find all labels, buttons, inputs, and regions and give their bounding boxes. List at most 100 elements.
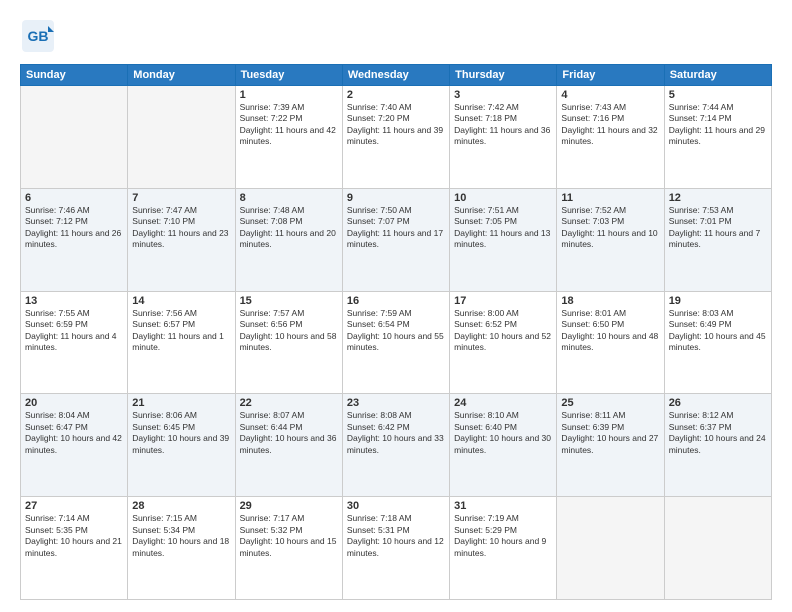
- day-number: 9: [347, 192, 445, 204]
- calendar-week-row: 6Sunrise: 7:46 AMSunset: 7:12 PMDaylight…: [21, 188, 772, 291]
- day-info: Sunrise: 8:11 AMSunset: 6:39 PMDaylight:…: [561, 410, 659, 456]
- day-info: Sunrise: 7:46 AMSunset: 7:12 PMDaylight:…: [25, 205, 123, 251]
- day-number: 3: [454, 89, 552, 101]
- day-info: Sunrise: 7:40 AMSunset: 7:20 PMDaylight:…: [347, 102, 445, 148]
- calendar-cell: 9Sunrise: 7:50 AMSunset: 7:07 PMDaylight…: [342, 188, 449, 291]
- calendar-week-row: 20Sunrise: 8:04 AMSunset: 6:47 PMDayligh…: [21, 394, 772, 497]
- day-info: Sunrise: 7:42 AMSunset: 7:18 PMDaylight:…: [454, 102, 552, 148]
- day-number: 26: [669, 397, 767, 409]
- calendar-cell: 24Sunrise: 8:10 AMSunset: 6:40 PMDayligh…: [450, 394, 557, 497]
- weekday-header-row: SundayMondayTuesdayWednesdayThursdayFrid…: [21, 65, 772, 86]
- weekday-header-monday: Monday: [128, 65, 235, 86]
- day-number: 17: [454, 295, 552, 307]
- weekday-header-sunday: Sunday: [21, 65, 128, 86]
- weekday-header-tuesday: Tuesday: [235, 65, 342, 86]
- calendar-cell: 15Sunrise: 7:57 AMSunset: 6:56 PMDayligh…: [235, 291, 342, 394]
- day-number: 18: [561, 295, 659, 307]
- page: GB SundayMondayTuesdayWednesdayThursdayF…: [0, 0, 792, 612]
- day-info: Sunrise: 7:44 AMSunset: 7:14 PMDaylight:…: [669, 102, 767, 148]
- calendar-cell: 22Sunrise: 8:07 AMSunset: 6:44 PMDayligh…: [235, 394, 342, 497]
- calendar: SundayMondayTuesdayWednesdayThursdayFrid…: [20, 64, 772, 600]
- day-info: Sunrise: 7:47 AMSunset: 7:10 PMDaylight:…: [132, 205, 230, 251]
- day-info: Sunrise: 7:55 AMSunset: 6:59 PMDaylight:…: [25, 308, 123, 354]
- calendar-cell: 18Sunrise: 8:01 AMSunset: 6:50 PMDayligh…: [557, 291, 664, 394]
- day-number: 11: [561, 192, 659, 204]
- calendar-cell: 17Sunrise: 8:00 AMSunset: 6:52 PMDayligh…: [450, 291, 557, 394]
- day-info: Sunrise: 7:52 AMSunset: 7:03 PMDaylight:…: [561, 205, 659, 251]
- calendar-cell: 26Sunrise: 8:12 AMSunset: 6:37 PMDayligh…: [664, 394, 771, 497]
- calendar-cell: 30Sunrise: 7:18 AMSunset: 5:31 PMDayligh…: [342, 497, 449, 600]
- weekday-header-saturday: Saturday: [664, 65, 771, 86]
- day-info: Sunrise: 8:08 AMSunset: 6:42 PMDaylight:…: [347, 410, 445, 456]
- day-number: 4: [561, 89, 659, 101]
- calendar-cell: 25Sunrise: 8:11 AMSunset: 6:39 PMDayligh…: [557, 394, 664, 497]
- day-number: 24: [454, 397, 552, 409]
- day-info: Sunrise: 7:48 AMSunset: 7:08 PMDaylight:…: [240, 205, 338, 251]
- day-info: Sunrise: 7:39 AMSunset: 7:22 PMDaylight:…: [240, 102, 338, 148]
- calendar-week-row: 1Sunrise: 7:39 AMSunset: 7:22 PMDaylight…: [21, 86, 772, 189]
- day-info: Sunrise: 8:01 AMSunset: 6:50 PMDaylight:…: [561, 308, 659, 354]
- calendar-week-row: 27Sunrise: 7:14 AMSunset: 5:35 PMDayligh…: [21, 497, 772, 600]
- day-number: 20: [25, 397, 123, 409]
- day-number: 22: [240, 397, 338, 409]
- calendar-cell: 23Sunrise: 8:08 AMSunset: 6:42 PMDayligh…: [342, 394, 449, 497]
- day-info: Sunrise: 8:10 AMSunset: 6:40 PMDaylight:…: [454, 410, 552, 456]
- day-info: Sunrise: 7:43 AMSunset: 7:16 PMDaylight:…: [561, 102, 659, 148]
- day-number: 31: [454, 500, 552, 512]
- day-number: 23: [347, 397, 445, 409]
- day-info: Sunrise: 7:50 AMSunset: 7:07 PMDaylight:…: [347, 205, 445, 251]
- calendar-cell: 1Sunrise: 7:39 AMSunset: 7:22 PMDaylight…: [235, 86, 342, 189]
- calendar-cell: [664, 497, 771, 600]
- svg-text:GB: GB: [28, 28, 49, 44]
- calendar-cell: 8Sunrise: 7:48 AMSunset: 7:08 PMDaylight…: [235, 188, 342, 291]
- day-info: Sunrise: 7:57 AMSunset: 6:56 PMDaylight:…: [240, 308, 338, 354]
- logo: GB: [20, 18, 56, 54]
- calendar-cell: 31Sunrise: 7:19 AMSunset: 5:29 PMDayligh…: [450, 497, 557, 600]
- calendar-cell: 4Sunrise: 7:43 AMSunset: 7:16 PMDaylight…: [557, 86, 664, 189]
- day-info: Sunrise: 7:59 AMSunset: 6:54 PMDaylight:…: [347, 308, 445, 354]
- day-info: Sunrise: 8:04 AMSunset: 6:47 PMDaylight:…: [25, 410, 123, 456]
- weekday-header-friday: Friday: [557, 65, 664, 86]
- calendar-cell: [557, 497, 664, 600]
- day-info: Sunrise: 7:14 AMSunset: 5:35 PMDaylight:…: [25, 513, 123, 559]
- header: GB: [20, 18, 772, 54]
- calendar-cell: 29Sunrise: 7:17 AMSunset: 5:32 PMDayligh…: [235, 497, 342, 600]
- calendar-cell: 7Sunrise: 7:47 AMSunset: 7:10 PMDaylight…: [128, 188, 235, 291]
- calendar-cell: 2Sunrise: 7:40 AMSunset: 7:20 PMDaylight…: [342, 86, 449, 189]
- day-number: 16: [347, 295, 445, 307]
- day-info: Sunrise: 8:06 AMSunset: 6:45 PMDaylight:…: [132, 410, 230, 456]
- day-info: Sunrise: 7:53 AMSunset: 7:01 PMDaylight:…: [669, 205, 767, 251]
- day-info: Sunrise: 7:19 AMSunset: 5:29 PMDaylight:…: [454, 513, 552, 559]
- weekday-header-wednesday: Wednesday: [342, 65, 449, 86]
- weekday-header-thursday: Thursday: [450, 65, 557, 86]
- calendar-cell: 10Sunrise: 7:51 AMSunset: 7:05 PMDayligh…: [450, 188, 557, 291]
- day-number: 29: [240, 500, 338, 512]
- day-info: Sunrise: 7:17 AMSunset: 5:32 PMDaylight:…: [240, 513, 338, 559]
- day-info: Sunrise: 8:00 AMSunset: 6:52 PMDaylight:…: [454, 308, 552, 354]
- day-number: 1: [240, 89, 338, 101]
- calendar-cell: 3Sunrise: 7:42 AMSunset: 7:18 PMDaylight…: [450, 86, 557, 189]
- day-info: Sunrise: 7:15 AMSunset: 5:34 PMDaylight:…: [132, 513, 230, 559]
- day-number: 8: [240, 192, 338, 204]
- day-info: Sunrise: 7:18 AMSunset: 5:31 PMDaylight:…: [347, 513, 445, 559]
- calendar-cell: 6Sunrise: 7:46 AMSunset: 7:12 PMDaylight…: [21, 188, 128, 291]
- calendar-cell: [21, 86, 128, 189]
- calendar-cell: 13Sunrise: 7:55 AMSunset: 6:59 PMDayligh…: [21, 291, 128, 394]
- day-info: Sunrise: 8:03 AMSunset: 6:49 PMDaylight:…: [669, 308, 767, 354]
- calendar-week-row: 13Sunrise: 7:55 AMSunset: 6:59 PMDayligh…: [21, 291, 772, 394]
- calendar-cell: 27Sunrise: 7:14 AMSunset: 5:35 PMDayligh…: [21, 497, 128, 600]
- day-info: Sunrise: 7:51 AMSunset: 7:05 PMDaylight:…: [454, 205, 552, 251]
- day-number: 2: [347, 89, 445, 101]
- calendar-cell: 20Sunrise: 8:04 AMSunset: 6:47 PMDayligh…: [21, 394, 128, 497]
- day-number: 14: [132, 295, 230, 307]
- calendar-cell: 12Sunrise: 7:53 AMSunset: 7:01 PMDayligh…: [664, 188, 771, 291]
- day-number: 21: [132, 397, 230, 409]
- day-number: 7: [132, 192, 230, 204]
- day-number: 6: [25, 192, 123, 204]
- calendar-cell: 5Sunrise: 7:44 AMSunset: 7:14 PMDaylight…: [664, 86, 771, 189]
- day-number: 28: [132, 500, 230, 512]
- day-number: 30: [347, 500, 445, 512]
- day-number: 5: [669, 89, 767, 101]
- day-number: 19: [669, 295, 767, 307]
- day-info: Sunrise: 8:12 AMSunset: 6:37 PMDaylight:…: [669, 410, 767, 456]
